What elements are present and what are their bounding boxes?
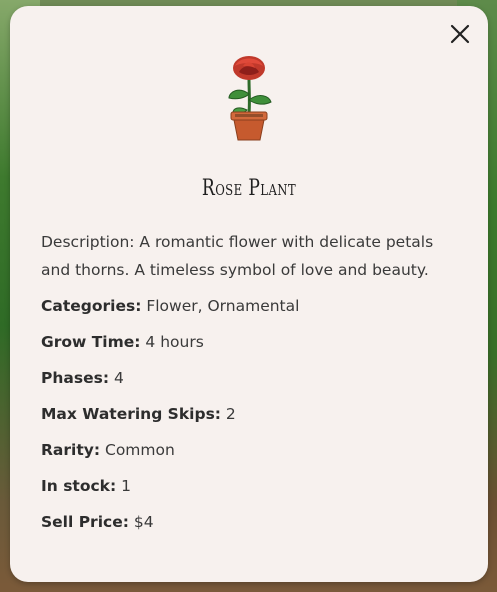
rarity-value: Common [100, 441, 175, 459]
description-row: Description: A romantic flower with deli… [41, 228, 461, 284]
close-button[interactable] [446, 20, 474, 48]
in-stock-row: In stock: 1 [41, 472, 461, 500]
max-watering-skips-label: Max Watering Skips: [41, 405, 221, 423]
phases-row: Phases: 4 [41, 364, 461, 392]
grow-time-value: 4 hours [140, 333, 204, 351]
rarity-row: Rarity: Common [41, 436, 461, 464]
categories-label: Categories: [41, 297, 142, 315]
close-icon [450, 24, 470, 44]
phases-label: Phases: [41, 369, 110, 387]
grow-time-row: Grow Time: 4 hours [41, 328, 461, 356]
sell-price-label: Sell Price: [41, 513, 129, 531]
in-stock-label: In stock: [41, 477, 117, 495]
max-watering-skips-value: 2 [221, 405, 236, 423]
categories-row: Categories: Flower, Ornamental [41, 292, 461, 320]
categories-value: Flower, Ornamental [141, 297, 300, 315]
rose-plant-icon [217, 50, 281, 142]
description-label: Description: [41, 233, 135, 251]
grow-time-label: Grow Time: [41, 333, 141, 351]
sell-price-row: Sell Price: $4 [41, 508, 461, 536]
in-stock-value: 1 [116, 477, 131, 495]
max-watering-skips-row: Max Watering Skips: 2 [41, 400, 461, 428]
plant-title: Rose Plant [201, 176, 297, 201]
plant-details: Description: A romantic flower with deli… [41, 228, 461, 544]
plant-info-dialog: Rose Plant Description: A romantic flowe… [10, 6, 488, 582]
rarity-label: Rarity: [41, 441, 101, 459]
phases-value: 4 [109, 369, 124, 387]
sell-price-value: $4 [128, 513, 154, 531]
